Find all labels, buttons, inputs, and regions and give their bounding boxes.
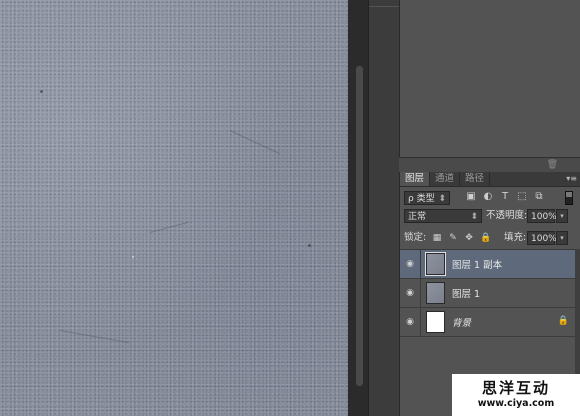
chevron-updown-icon: ⬍ (470, 212, 478, 222)
tab-layers[interactable]: 图层 (400, 172, 431, 186)
eye-icon[interactable]: ◉ (400, 259, 420, 269)
shape-filter-icon[interactable]: ⬚ (517, 191, 527, 203)
blend-mode-select[interactable]: 正常 ⬍ (404, 209, 482, 223)
fill-label: 填充: (504, 232, 527, 243)
panel-dock-strip (368, 0, 399, 416)
filter-toggle-switch[interactable] (565, 191, 573, 205)
lock-all-icon[interactable]: 🔒 (480, 232, 491, 244)
watermark-url: www.ciya.com (477, 398, 555, 409)
image-filter-icon[interactable]: ▣ (466, 191, 476, 203)
lock-position-icon[interactable]: ✥ (464, 232, 474, 244)
opacity-input[interactable]: 100% (527, 209, 557, 223)
layer-thumbnail (425, 252, 446, 276)
layer-name[interactable]: 背景 (452, 315, 471, 329)
eye-icon[interactable]: ◉ (400, 317, 420, 327)
watermark: 思洋互动 www.ciya.com (452, 374, 580, 416)
panel-menu-icon[interactable]: ▾≡ (566, 174, 577, 183)
layers-panel-tabbar: 图层 通道 路径 ▾≡ (400, 172, 580, 187)
tab-channels[interactable]: 通道 (430, 172, 461, 186)
layer-filter-icons: ▣ ◐ T ⬚ ⧉ (466, 191, 544, 203)
trash-icon[interactable]: 🗑 (547, 160, 558, 170)
type-filter-icon[interactable]: T (500, 191, 510, 203)
texture-crack (59, 330, 130, 344)
texture-speck (308, 244, 311, 247)
lock-icon: 🔒 (557, 316, 569, 326)
adjustment-filter-icon[interactable]: ◐ (483, 191, 493, 203)
layer-kind-filter-select[interactable]: ρ 类型 ⬍ (404, 191, 450, 205)
layer-list: ◉ 图层 1 副本 ◉ 图层 1 ◉ 背景 🔒 (400, 249, 575, 337)
lock-options: ▦ ✎ ✥ 🔒 (432, 232, 491, 244)
layer-row-copy[interactable]: ◉ 图层 1 副本 (400, 250, 575, 279)
opacity-label: 不透明度: (486, 210, 528, 221)
fill-input[interactable]: 100% (527, 231, 557, 245)
opacity-dropdown-button[interactable]: ▾ (556, 209, 568, 223)
layer-thumbnail (426, 311, 445, 333)
layer-row-background[interactable]: ◉ 背景 🔒 (400, 308, 575, 337)
lock-label: 锁定: (404, 232, 427, 243)
smart-object-filter-icon[interactable]: ⧉ (534, 191, 544, 203)
layer-name[interactable]: 图层 1 (452, 286, 480, 300)
kind-filter-label: ρ 类型 (408, 194, 435, 204)
tab-paths[interactable]: 路径 (460, 172, 491, 186)
layer-row-layer1[interactable]: ◉ 图层 1 (400, 279, 575, 308)
lock-transparent-pixels-icon[interactable]: ▦ (432, 232, 442, 244)
fill-dropdown-button[interactable]: ▾ (556, 231, 568, 245)
layer-name[interactable]: 图层 1 副本 (452, 257, 502, 271)
eye-icon[interactable]: ◉ (400, 288, 420, 298)
layer-thumbnail (426, 282, 445, 304)
watermark-title: 思洋互动 (481, 379, 550, 397)
canvas-vertical-scrollbar[interactable] (356, 66, 363, 386)
texture-crack (149, 221, 189, 233)
blend-mode-value: 正常 (408, 212, 427, 222)
document-canvas[interactable] (0, 0, 348, 416)
texture-speck (132, 256, 134, 258)
texture-speck (40, 90, 43, 93)
chevron-updown-icon: ⬍ (438, 194, 446, 204)
texture-crack (229, 130, 281, 155)
upper-panel (399, 0, 580, 157)
upper-panel-footer: 🗑 (399, 157, 580, 173)
lock-image-pixels-icon[interactable]: ✎ (448, 232, 458, 244)
